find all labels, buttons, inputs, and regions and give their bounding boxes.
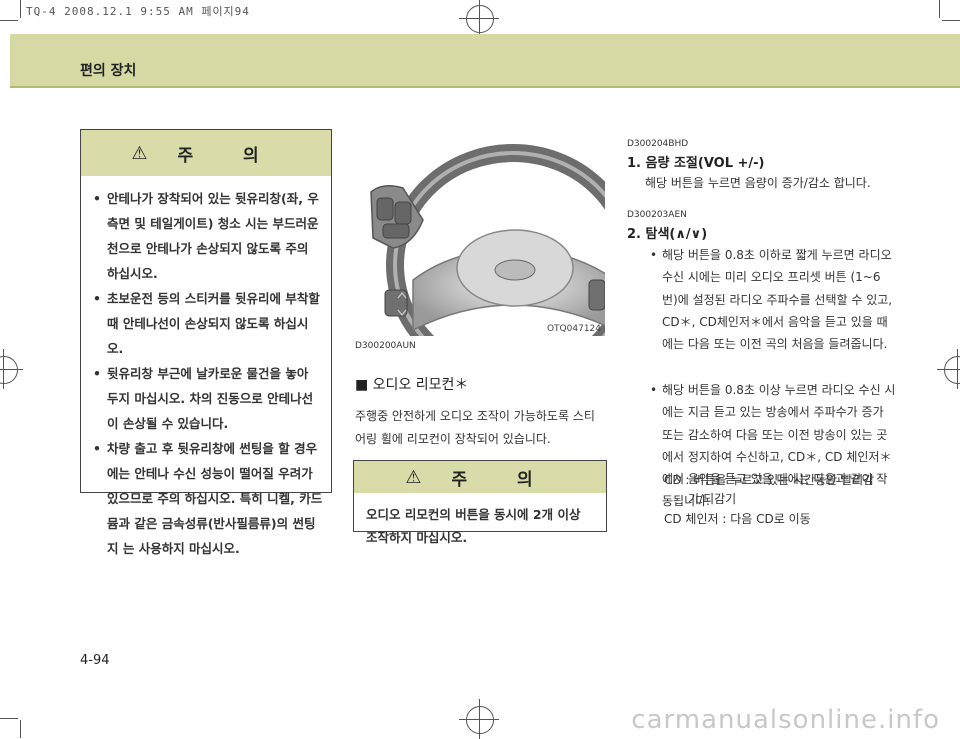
header-band [10, 34, 960, 86]
warning-triangle-icon: ⚠ [131, 142, 148, 164]
steering-wheel-figure: OTQ047124 [353, 130, 605, 336]
caution-header: ⚠ 주 의 [81, 130, 331, 176]
page-number: 4-94 [80, 653, 110, 668]
crop-mark [20, 720, 21, 738]
registration-mark [459, 0, 499, 38]
crop-mark [939, 0, 940, 18]
caution-item: 뒷유리창 부근에 날카로운 물건을 놓아 두지 마십시오. 차의 진동으로 안테… [93, 361, 323, 436]
seek-code: D300203AEN [627, 210, 687, 220]
caution-header: ⚠ 주 의 [354, 461, 606, 493]
caution-item: 초보운전 등의 스티커를 뒷유리에 부착할 때 안테나선이 손상되지 않도록 하… [93, 286, 323, 361]
caution-title: 주 의 [451, 469, 555, 490]
volume-heading: 1. 음량 조절(VOL +/-) [627, 156, 765, 171]
volume-text: 해당 버튼을 누르면 음량이 증가/감소 합니다. [645, 176, 871, 190]
seek-item: 해당 버튼을 0.8초 이하로 짧게 누르면 라디오 수신 시에는 미리 오디오… [650, 244, 896, 355]
caution-body: 오디오 리모컨의 버튼을 동시에 2개 이상 조작하지 마십시오. [366, 507, 581, 545]
caution-item: 차량 출고 후 뒷유리창에 썬팅을 할 경우 에는 안테나 수신 성능이 떨어질… [93, 436, 323, 561]
caution-box-remote: ⚠ 주 의 오디오 리모컨의 버튼을 동시에 2개 이상 조작하지 마십시오. [353, 460, 607, 545]
caution-item: 안테나가 장착되어 있는 뒷유리창(좌, 우 측면 및 테일게이트) 청소 시는… [93, 186, 323, 286]
header-divider [10, 86, 960, 88]
warning-triangle-icon: ⚠ [405, 466, 422, 488]
caution-box-antenna: ⚠ 주 의 안테나가 장착되어 있는 뒷유리창(좌, 우 측면 및 테일게이트)… [80, 129, 332, 556]
section-title: 편의 장치 [80, 63, 137, 79]
steering-wheel-illustration [370, 144, 605, 336]
remote-code: D300200AUN [355, 341, 416, 351]
remote-description: 주행중 안전하게 오디오 조작이 가능하도록 스티어링 휠에 리모컨이 장착되어… [355, 409, 595, 446]
registration-mark [459, 699, 499, 739]
volume-code: D300204BHD [627, 139, 689, 149]
crop-mark [20, 0, 21, 18]
caution-list: 안테나가 장착되어 있는 뒷유리창(좌, 우 측면 및 테일게이트) 청소 시는… [81, 176, 331, 561]
crop-mark [0, 718, 18, 719]
changer-line: CD 체인저 : 다음 CD로 이동 [664, 512, 811, 526]
watermark: carmanualsonline.info [631, 705, 940, 735]
registration-mark [937, 349, 960, 389]
print-header: TQ-4 2008.12.1 9:55 AM 페이지94 [26, 5, 250, 18]
crop-mark [942, 20, 960, 21]
registration-mark [0, 349, 23, 389]
seek-heading: 2. 탐색(∧/∨) [627, 227, 708, 242]
caution-title: 주 의 [177, 145, 281, 166]
figure-code: OTQ047124 [546, 324, 601, 334]
remote-heading: ■ 오디오 리모컨＊ [355, 377, 469, 393]
crop-mark [0, 20, 18, 21]
cd-line-cont: 기/되감기 [688, 492, 737, 506]
